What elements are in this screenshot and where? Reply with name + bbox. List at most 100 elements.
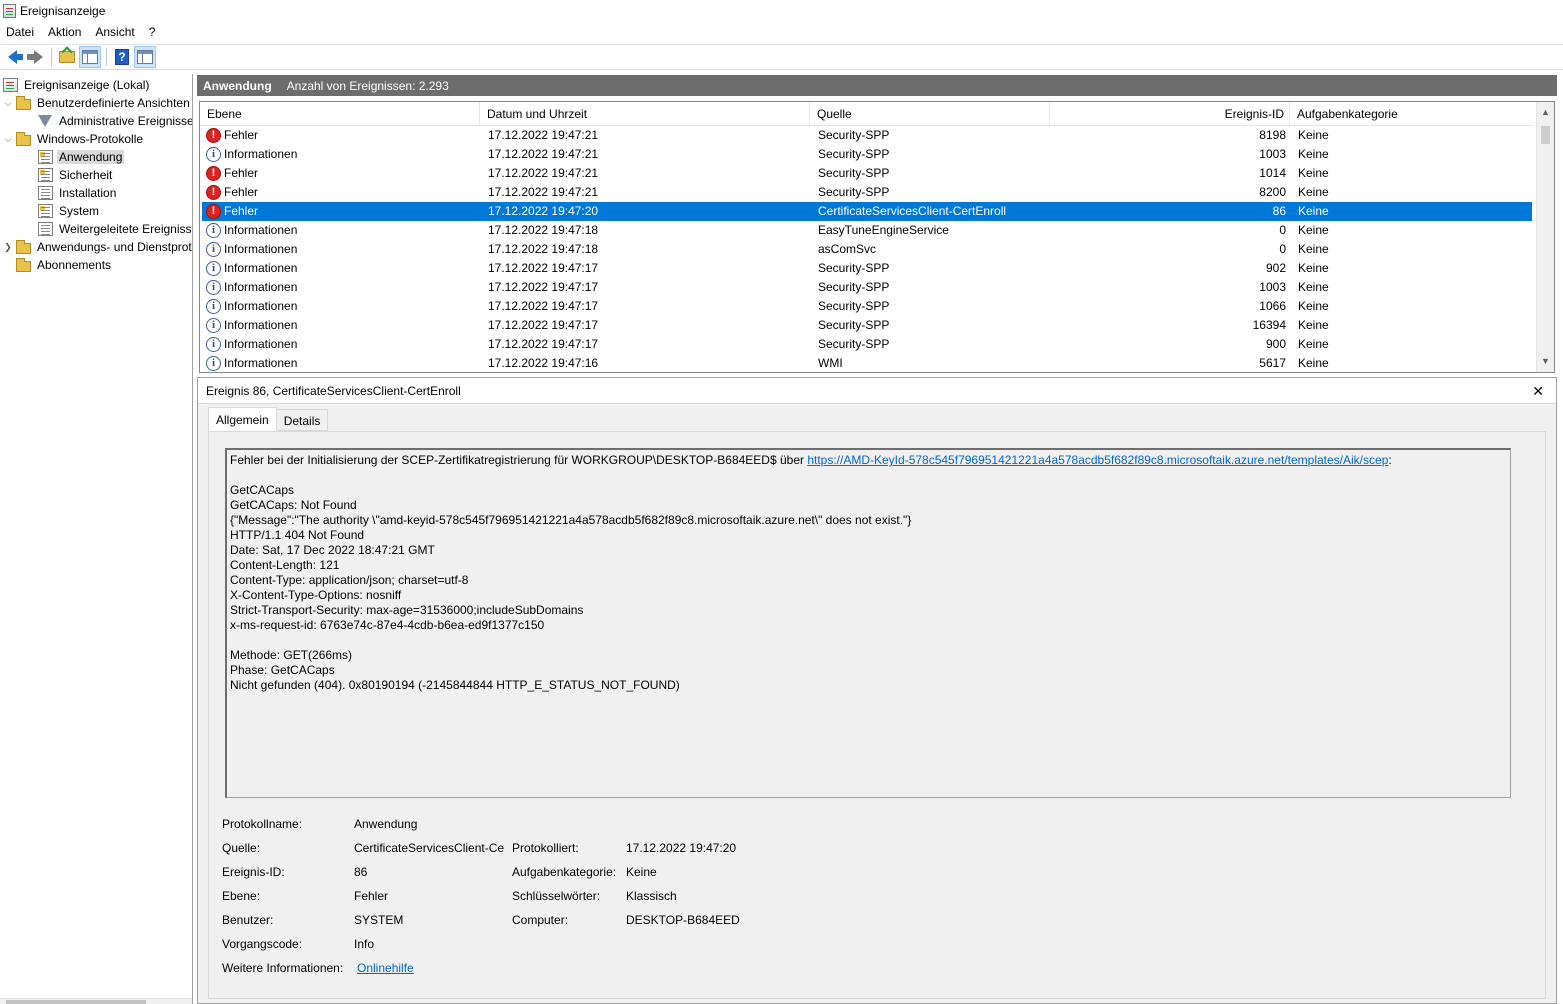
cell-date: 17.12.2022 19:47:21	[488, 185, 599, 199]
cell-event-id: 1003	[1259, 280, 1286, 294]
table-row[interactable]: ! Fehler 17.12.2022 19:47:21 Security-SPP 10…	[202, 164, 1532, 183]
tree-item-label: Ereignisanzeige (Lokal)	[24, 78, 150, 92]
cell-level: i Informationen	[206, 221, 476, 240]
table-row[interactable]: i Informationen 17.12.2022 19:47:18 asComSv…	[202, 240, 1532, 259]
tree-item-custom-views[interactable]: ⌵ Benutzerdefinierte Ansichten	[3, 94, 192, 112]
tree-item-windows-logs[interactable]: ⌵ Windows-Protokolle	[3, 130, 145, 148]
tree-item-abonnements[interactable]: Abonnements	[16, 256, 113, 274]
level-text: Informationen	[224, 356, 298, 370]
cell-date: 17.12.2022 19:47:21	[488, 147, 599, 161]
cell-category: Keine	[1298, 318, 1329, 332]
horizontal-scrollbar[interactable]	[0, 998, 192, 1004]
level-text: Fehler	[224, 166, 259, 180]
back-button[interactable]	[1, 46, 23, 68]
forward-button[interactable]	[24, 46, 46, 68]
chevron-down-icon[interactable]: ⌵	[3, 134, 13, 145]
table-row[interactable]: i Informationen 17.12.2022 19:47:17 Securit…	[202, 259, 1532, 278]
tree-item-app-service-logs[interactable]: ❯ Anwendungs- und Dienstprotokolle	[3, 238, 192, 256]
column-datum[interactable]: Datum und Uhrzeit	[480, 102, 810, 126]
chevron-down-icon[interactable]: ⌵	[3, 98, 13, 109]
toolbar: ?	[0, 44, 1563, 70]
prop-value-ebene: Fehler	[354, 889, 389, 903]
folder-up-button[interactable]	[56, 46, 78, 68]
tab-details[interactable]: Details	[275, 409, 329, 431]
menu-help[interactable]: ?	[142, 22, 163, 43]
cell-source: Security-SPP	[818, 280, 890, 294]
cell-source: Security-SPP	[818, 318, 890, 332]
info-icon: i	[206, 280, 221, 295]
level-text: Fehler	[224, 128, 259, 142]
table-row[interactable]: ! Fehler 17.12.2022 19:47:20 CertificateSer…	[202, 202, 1532, 221]
cell-category: Keine	[1298, 337, 1329, 351]
folder-icon	[16, 95, 31, 110]
table-row[interactable]: ! Fehler 17.12.2022 19:47:21 Security-SPP 82…	[202, 183, 1532, 202]
forward-icon	[26, 50, 43, 64]
table-row[interactable]: i Informationen 17.12.2022 19:47:17 Securit…	[202, 335, 1532, 354]
level-text: Fehler	[224, 185, 259, 199]
scrollbar-thumb[interactable]	[6, 1000, 146, 1004]
tree-item-sicherheit[interactable]: Sicherheit	[38, 166, 114, 184]
tab-allgemein[interactable]: Allgemein	[208, 407, 277, 431]
message-link[interactable]: https://AMD-KeyId-578c545f796951421221a4…	[807, 453, 1388, 467]
cell-category: Keine	[1298, 223, 1329, 237]
list-header: Ebene Datum und Uhrzeit Quelle Ereignis-…	[200, 102, 1534, 126]
cell-category: Keine	[1298, 242, 1329, 256]
help-button[interactable]: ?	[111, 46, 133, 68]
scrollbar-thumb[interactable]	[1541, 126, 1550, 144]
online-help-link[interactable]: Onlinehilfe	[357, 959, 414, 977]
tree-item-forwarded-events[interactable]: Weitergeleitete Ereignisse	[38, 220, 192, 238]
table-row[interactable]: i Informationen 17.12.2022 19:47:16 WMI 5617…	[202, 354, 1532, 372]
vertical-scrollbar[interactable]: ▲ ▼	[1536, 102, 1554, 372]
message-text: Fehler bei der Initialisierung der SCEP-…	[230, 453, 808, 467]
column-aufgabenkategorie[interactable]: Aufgabenkategorie	[1290, 102, 1534, 126]
log-icon	[38, 150, 53, 164]
column-quelle[interactable]: Quelle	[810, 102, 1050, 126]
menu-ansicht[interactable]: Ansicht	[88, 22, 141, 43]
folder-icon	[16, 257, 31, 272]
menu-aktion[interactable]: Aktion	[41, 22, 88, 43]
show-console-tree-button[interactable]	[79, 46, 101, 68]
close-icon[interactable]: ✕	[1532, 378, 1544, 404]
info-icon: i	[206, 261, 221, 276]
column-ereignis-id[interactable]: Ereignis-ID	[1050, 102, 1290, 126]
log-header: Anwendung Anzahl von Ereignissen: 2.293	[197, 75, 1557, 96]
tree-item-anwendung[interactable]: Anwendung	[38, 148, 125, 166]
table-row[interactable]: i Informationen 17.12.2022 19:47:17 Securit…	[202, 297, 1532, 316]
log-icon	[38, 222, 53, 236]
folder-icon	[16, 239, 31, 254]
tree-item-installation[interactable]: Installation	[38, 184, 118, 202]
log-icon	[38, 186, 53, 200]
prop-label: Ereignis-ID:	[222, 865, 285, 879]
online-help-link-text[interactable]: Onlinehilfe	[357, 961, 414, 975]
prop-value-aufgabenkategorie: Keine	[626, 865, 657, 879]
menu-datei[interactable]: Datei	[0, 22, 41, 43]
table-row[interactable]: i Informationen 17.12.2022 19:47:17 Securit…	[202, 278, 1532, 297]
table-row[interactable]: i Informationen 17.12.2022 19:47:21 Securit…	[202, 145, 1532, 164]
message-line: Content-Length: 121	[230, 558, 340, 572]
console-tree[interactable]: Ereignisanzeige (Lokal) ⌵ Benutzerdefini…	[0, 74, 193, 1004]
prop-value-quelle: CertificateServicesClient-CertEnroll	[354, 841, 504, 855]
scroll-up-icon[interactable]: ▲	[1537, 104, 1554, 121]
chevron-right-icon[interactable]: ❯	[3, 242, 13, 253]
detail-tabs: Allgemein Details	[208, 407, 329, 431]
table-row[interactable]: ! Fehler 17.12.2022 19:47:21 Security-SPP 81…	[202, 126, 1532, 145]
cell-event-id: 0	[1279, 223, 1286, 237]
event-list[interactable]: Ebene Datum und Uhrzeit Quelle Ereignis-…	[199, 101, 1555, 373]
show-action-pane-button[interactable]	[134, 46, 156, 68]
cell-source: Security-SPP	[818, 185, 890, 199]
tree-item-event-viewer-local[interactable]: Ereignisanzeige (Lokal)	[3, 76, 151, 94]
column-ebene[interactable]: Ebene	[200, 102, 480, 126]
table-row[interactable]: i Informationen 17.12.2022 19:47:18 EasyTun…	[202, 221, 1532, 240]
table-row[interactable]: i Informationen 17.12.2022 19:47:17 Securit…	[202, 316, 1532, 335]
tree-item-system[interactable]: System	[38, 202, 101, 220]
scroll-down-icon[interactable]: ▼	[1537, 353, 1554, 370]
tree-item-admin-events[interactable]: Administrative Ereignisse	[38, 112, 192, 130]
event-message-box[interactable]: Fehler bei der Initialisierung der SCEP-…	[225, 448, 1511, 798]
tree-item-label: Anwendungs- und Dienstprotokolle	[37, 240, 192, 254]
log-name: Anwendung	[203, 78, 272, 93]
title-bar: Ereignisanzeige	[0, 0, 1563, 22]
cell-source: asComSvc	[818, 242, 877, 256]
message-line: GetCACaps: Not Found	[230, 498, 357, 512]
level-text: Fehler	[224, 204, 259, 218]
level-text: Informationen	[224, 223, 298, 237]
